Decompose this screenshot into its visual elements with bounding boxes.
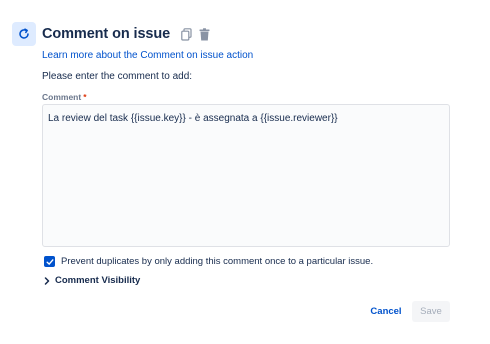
cancel-button[interactable]: Cancel [364,301,408,322]
comment-textarea[interactable]: La review del task {{issue.key}} - è ass… [42,104,450,247]
prevent-duplicates-checkbox[interactable] [44,256,55,267]
comment-visibility-label: Comment Visibility [55,275,141,286]
checkmark-icon [46,258,53,265]
instructions-text: Please enter the comment to add: [42,71,193,82]
save-button[interactable]: Save [412,301,450,322]
prevent-duplicates-label[interactable]: Prevent duplicates by only adding this c… [61,256,373,267]
learn-more-link[interactable]: Learn more about the Comment on issue ac… [42,50,253,61]
comment-visibility-toggle[interactable]: Comment Visibility [44,275,140,286]
required-marker: * [83,92,87,102]
refresh-arrow-icon [12,22,36,46]
page-title: Comment on issue [42,26,171,42]
prevent-duplicates-row: Prevent duplicates by only adding this c… [44,256,373,267]
chevron-right-icon [44,276,52,286]
comment-field-label: Comment * [42,92,87,102]
comment-label-text: Comment [42,92,82,102]
trash-icon[interactable] [197,26,211,42]
comment-on-issue-panel: Comment on issue Learn more about the Co… [0,0,490,344]
title-row: Comment on issue [42,23,211,45]
copy-icon[interactable] [179,26,193,42]
